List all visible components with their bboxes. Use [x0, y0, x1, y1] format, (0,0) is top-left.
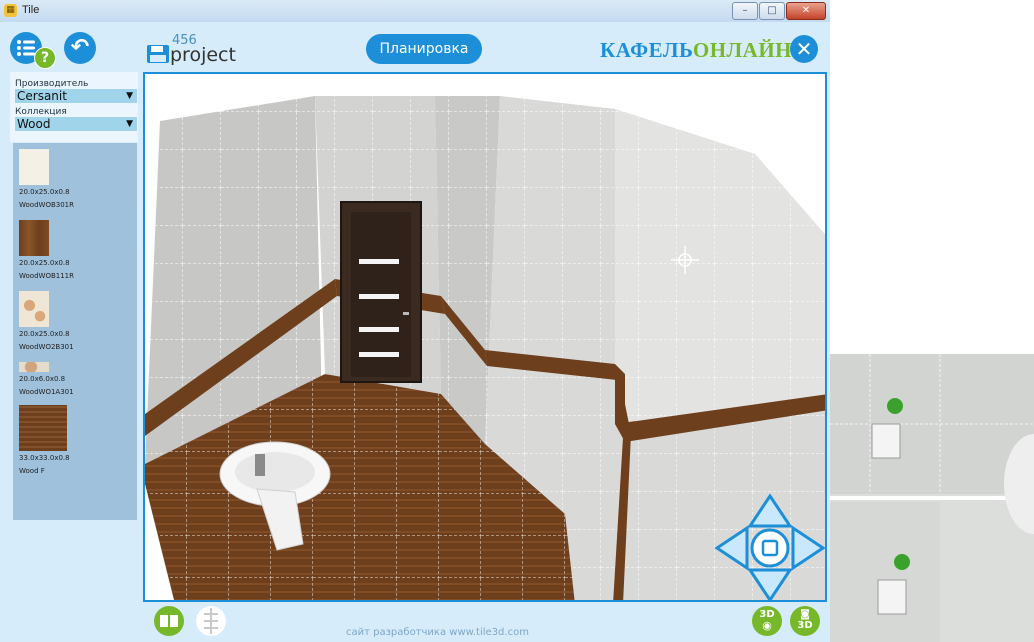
project-name[interactable]: project: [170, 45, 236, 65]
tile-list: 20.0x25.0x0.8 WoodWOB301R 20.0x25.0x0.8 …: [13, 143, 137, 520]
tile-item[interactable]: 20.0x25.0x0.8 WoodWOB301R: [19, 149, 74, 209]
chevron-down-icon: ▼: [126, 91, 133, 101]
tile-swatch: [19, 362, 49, 372]
tile-swatch: [19, 149, 49, 185]
window-close-button[interactable]: ✕: [786, 2, 826, 20]
tile-name: Wood F: [19, 467, 45, 475]
tile-swatch: [19, 220, 49, 256]
tile-item[interactable]: 33.0x33.0x0.8 Wood F: [19, 405, 70, 475]
tile-size: 20.0x6.0x0.8: [19, 375, 66, 383]
side-render-fragment: [830, 354, 1034, 642]
manufacturer-select[interactable]: Cersanit ▼: [15, 89, 137, 103]
photo-3d-label: 3D: [797, 620, 813, 631]
help-icon[interactable]: ?: [34, 47, 56, 69]
tile-swatch: [19, 291, 49, 327]
title-bar: ▦ Tile – □ ✕: [0, 0, 830, 22]
close-circle-icon[interactable]: ✕: [790, 35, 818, 63]
filter-panel: Производитель Cersanit ▼ Коллекция Wood …: [10, 72, 138, 142]
tile-app-icon: ▦: [4, 4, 17, 17]
eye-icon: ◉: [762, 619, 772, 632]
tile-size: 33.0x33.0x0.8: [19, 454, 70, 462]
camera-icon: ◙: [800, 609, 810, 620]
floppy-save-icon[interactable]: [146, 44, 170, 64]
3d-view-icon[interactable]: 3D ◉: [752, 606, 782, 636]
tile-size: 20.0x25.0x0.8: [19, 259, 70, 267]
tile-item[interactable]: 20.0x6.0x0.8 WoodWO1A301: [19, 362, 74, 396]
tile-item[interactable]: 20.0x25.0x0.8 WoodWOB111R: [19, 220, 74, 280]
collection-value: Wood: [17, 117, 51, 131]
tile-name: WoodWO1A301: [19, 388, 74, 396]
tile-layout-icon[interactable]: [154, 606, 184, 636]
brand-logo: КАФЕЛЬОНЛАЙН: [600, 38, 792, 63]
undo-arrow-icon[interactable]: ↶: [64, 32, 96, 64]
camera-3d-icon[interactable]: ◙ 3D: [790, 606, 820, 636]
chevron-down-icon: ▼: [126, 119, 133, 129]
developer-site-link[interactable]: сайт разработчика www.tile3d.com: [346, 627, 529, 638]
collection-label: Коллекция: [15, 107, 67, 117]
minimize-button[interactable]: –: [732, 2, 758, 20]
tile-swatch: [19, 405, 67, 451]
brand-part-2: ОНЛАЙН: [692, 38, 793, 62]
tile-size: 20.0x25.0x0.8: [19, 188, 70, 196]
brand-part-1: КАФЕЛЬ: [600, 38, 693, 62]
tile-name: WoodWOB111R: [19, 272, 74, 280]
tile-name: WoodWO2B301: [19, 343, 74, 351]
manufacturer-value: Cersanit: [17, 89, 67, 103]
collection-select[interactable]: Wood ▼: [15, 117, 137, 131]
app-window: ▦ Tile – □ ✕ ? ↶ 456 project Планировка …: [0, 0, 830, 642]
window-controls: – □ ✕: [731, 2, 826, 20]
3d-room-viewport[interactable]: [143, 72, 827, 602]
tile-size: 20.0x25.0x0.8: [19, 330, 70, 338]
grid-toggle-icon[interactable]: [196, 606, 226, 636]
maximize-button[interactable]: □: [759, 2, 785, 20]
tile-name: WoodWOB301R: [19, 201, 74, 209]
layout-plan-button[interactable]: Планировка: [366, 34, 482, 64]
tile-item[interactable]: 20.0x25.0x0.8 WoodWO2B301: [19, 291, 74, 351]
manufacturer-label: Производитель: [15, 79, 89, 89]
window-title: Tile: [22, 4, 40, 16]
navigation-arrows-icon[interactable]: [715, 494, 825, 602]
